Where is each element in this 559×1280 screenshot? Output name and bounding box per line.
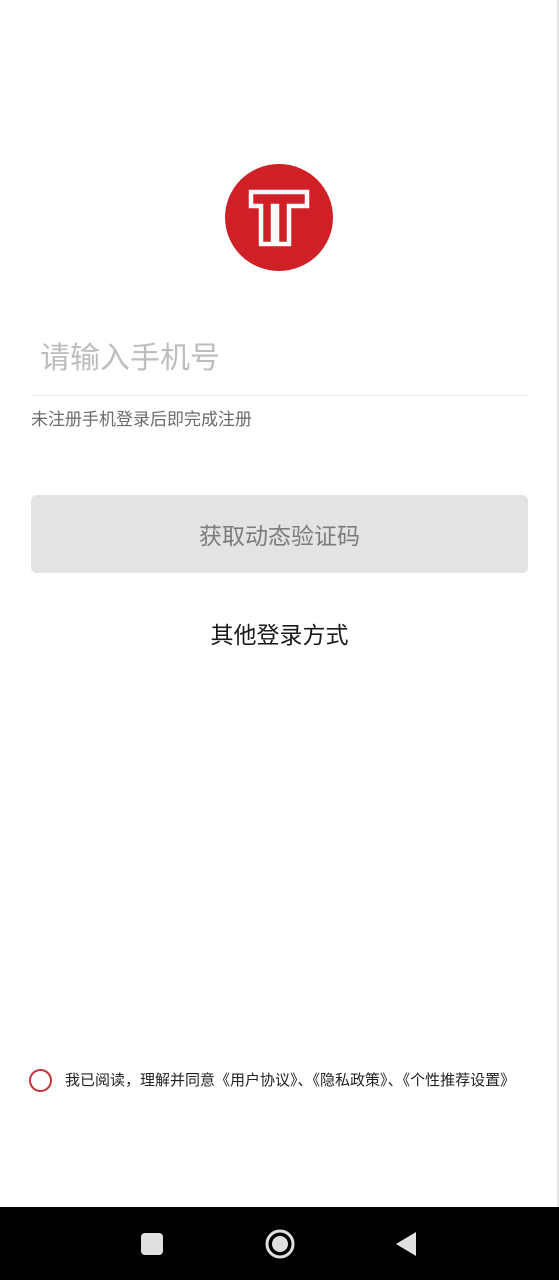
agreement-row: 我已阅读，理解并同意《用户协议》、《隐私政策》、《个性推荐设置》 bbox=[29, 1066, 534, 1094]
agreement-separator: 、 bbox=[387, 1071, 403, 1089]
login-screen: 未注册手机登录后即完成注册 获取动态验证码 其他登录方式 我已阅读，理解并同意《… bbox=[0, 0, 559, 1280]
recent-apps-button[interactable] bbox=[130, 1207, 174, 1280]
agreement-text: 我已阅读，理解并同意《用户协议》、《隐私政策》、《个性推荐设置》 bbox=[65, 1066, 515, 1094]
agreement-separator: 、 bbox=[297, 1071, 313, 1089]
privacy-policy-link[interactable]: 《隐私政策》 bbox=[313, 1071, 388, 1089]
system-navigation-bar bbox=[0, 1207, 559, 1280]
home-button[interactable] bbox=[258, 1207, 302, 1280]
personalized-settings-link[interactable]: 《个性推荐设置》 bbox=[403, 1071, 516, 1089]
square-icon bbox=[141, 1232, 163, 1255]
logo-mark bbox=[248, 189, 310, 246]
back-button[interactable] bbox=[384, 1207, 428, 1280]
circle-home-icon bbox=[265, 1229, 295, 1258]
phone-number-input[interactable] bbox=[31, 322, 528, 396]
get-verification-code-button[interactable]: 获取动态验证码 bbox=[31, 495, 528, 573]
user-agreement-link[interactable]: 《用户协议》 bbox=[215, 1071, 298, 1089]
triangle-back-icon bbox=[396, 1231, 416, 1256]
register-hint: 未注册手机登录后即完成注册 bbox=[31, 410, 252, 430]
agreement-prefix: 我已阅读，理解并同意 bbox=[65, 1071, 216, 1089]
agree-radio[interactable] bbox=[29, 1069, 52, 1092]
brand-logo-icon bbox=[225, 164, 333, 271]
other-login-methods-link[interactable]: 其他登录方式 bbox=[0, 616, 559, 656]
